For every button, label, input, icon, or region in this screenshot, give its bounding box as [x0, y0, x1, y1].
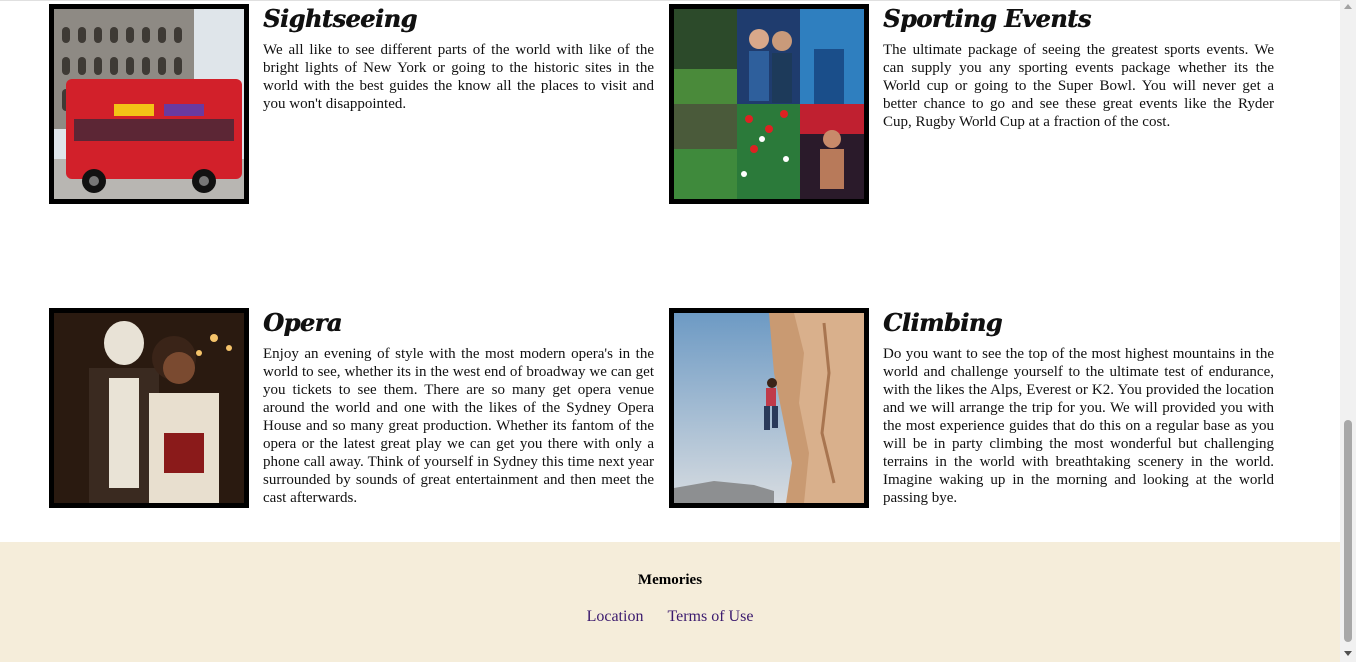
card-description: Enjoy an evening of style with the most … — [263, 346, 654, 506]
card-title: Climbing — [883, 308, 1002, 337]
footer-brand: Memories — [637, 572, 703, 588]
card-title: Sightseeing — [263, 4, 417, 33]
climbing-image — [669, 308, 869, 508]
card-description: We all like to see different parts of th… — [263, 42, 654, 112]
card-title: Opera — [263, 308, 342, 337]
scroll-up-arrow-icon[interactable] — [1344, 4, 1352, 9]
page: Sightseeing We all like to see different… — [0, 0, 1340, 662]
location-link[interactable]: Location — [587, 608, 644, 625]
scrollbar-thumb[interactable] — [1344, 420, 1352, 642]
sporting-events-photo-illustration — [674, 9, 864, 199]
opera-photo-illustration — [54, 313, 244, 503]
sightseeing-photo-illustration — [54, 9, 244, 199]
vertical-scrollbar[interactable] — [1340, 0, 1356, 662]
sightseeing-image — [49, 4, 249, 204]
climbing-photo-illustration — [674, 313, 864, 503]
terms-of-use-link[interactable]: Terms of Use — [667, 608, 753, 625]
footer-links: Location Terms of Use — [0, 608, 1340, 626]
sporting-events-image — [669, 4, 869, 204]
card-description: The ultimate package of seeing the great… — [883, 42, 1274, 130]
card-title: Sporting Events — [883, 4, 1091, 33]
scroll-down-arrow-icon[interactable] — [1344, 651, 1352, 656]
card-description: Do you want to see the top of the most h… — [883, 346, 1274, 506]
site-footer: Memories Location Terms of Use — [0, 542, 1340, 662]
opera-image — [49, 308, 249, 508]
